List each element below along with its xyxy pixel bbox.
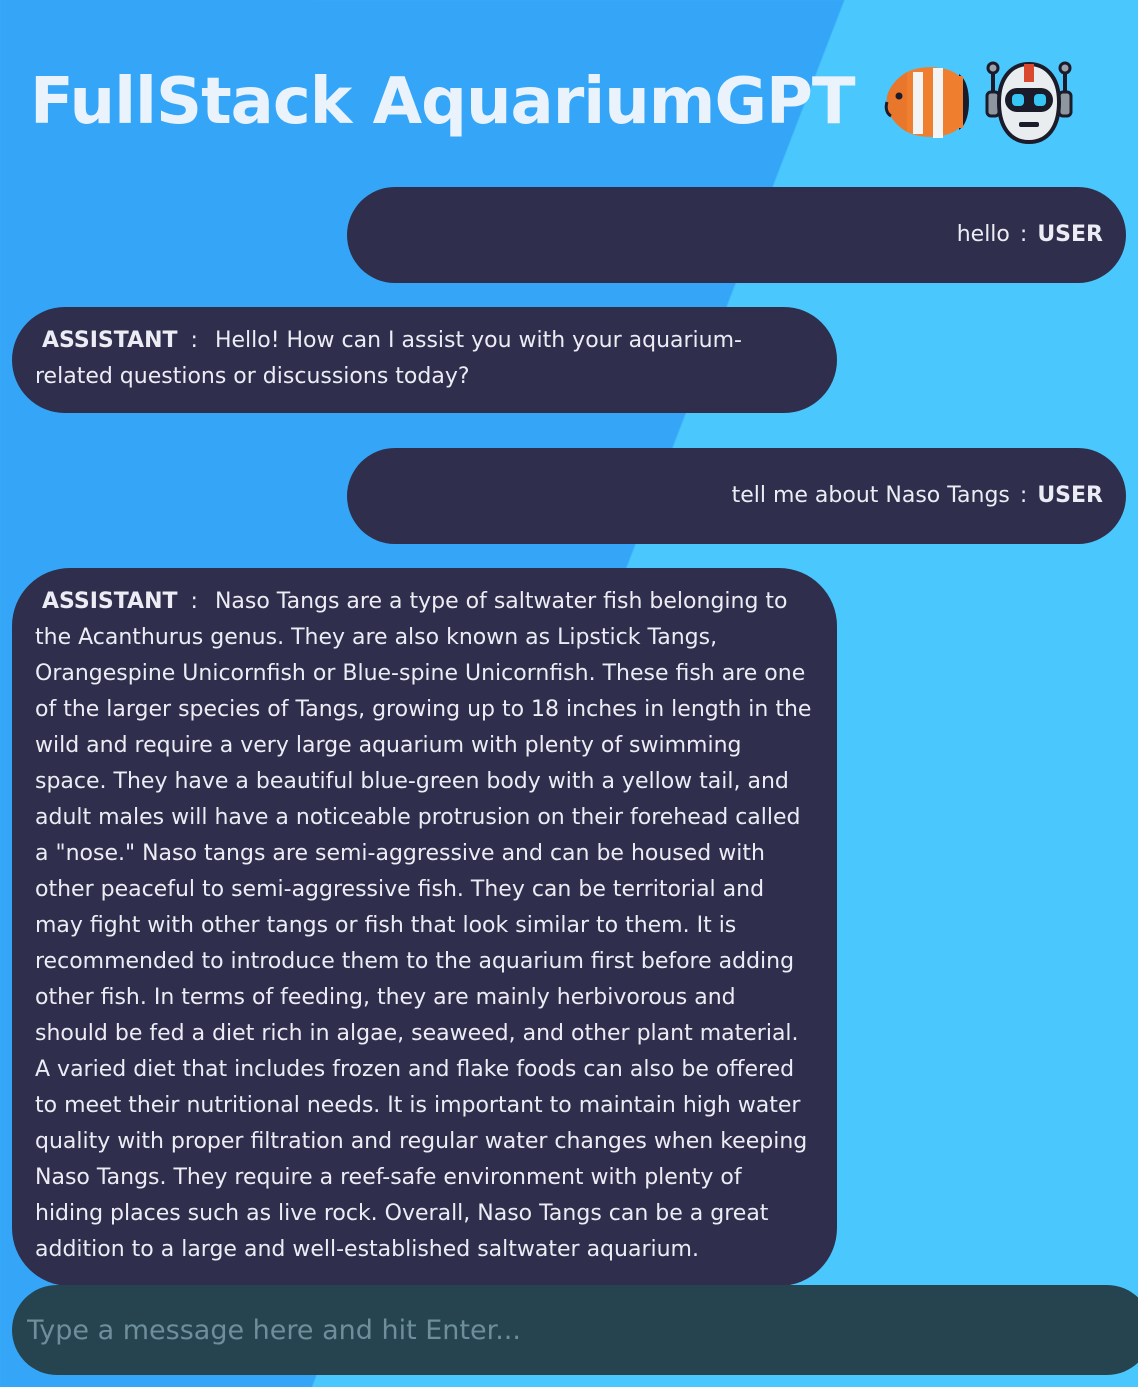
role-separator: : [1019, 483, 1028, 508]
header-icons [883, 58, 1073, 146]
role-label: ASSISTANT [42, 328, 178, 353]
role-separator: : [190, 589, 198, 614]
message-text: tell me about Naso Tangs [731, 483, 1010, 508]
assistant-message: ASSISTANT : Naso Tangs are a type of sal… [12, 568, 837, 1286]
message-text: hello [956, 222, 1010, 247]
role-label: USER [1037, 222, 1103, 247]
robot-icon [985, 58, 1073, 146]
assistant-message: ASSISTANT : Hello! How can I assist you … [12, 307, 837, 413]
role-separator: : [190, 328, 198, 353]
app-header: FullStack AquariumGPT [30, 52, 1073, 152]
role-separator: : [1019, 222, 1028, 247]
message-composer [12, 1285, 1138, 1375]
user-message: hello : USER [347, 187, 1126, 283]
message-text: Naso Tangs are a type of saltwater fish … [35, 589, 812, 1262]
role-label: ASSISTANT [42, 589, 178, 614]
message-input[interactable] [27, 1314, 1138, 1346]
role-label: USER [1037, 483, 1103, 508]
page-title: FullStack AquariumGPT [30, 65, 856, 139]
user-message: tell me about Naso Tangs : USER [347, 448, 1126, 544]
fish-icon [883, 58, 971, 146]
